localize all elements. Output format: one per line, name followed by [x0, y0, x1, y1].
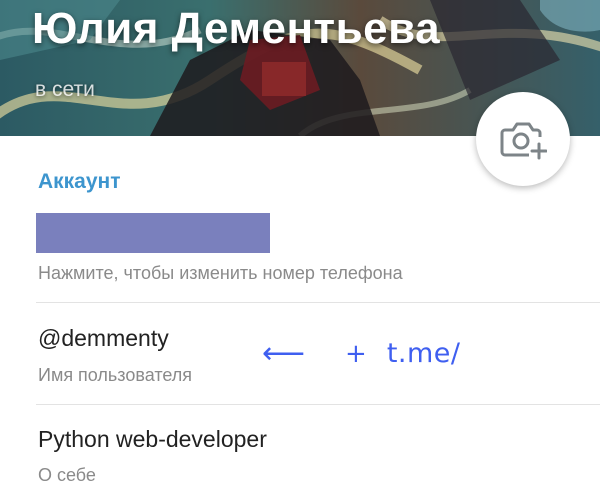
username-value: @demmenty [38, 325, 169, 351]
phone-number-redacted[interactable] [36, 213, 270, 253]
username-hint: Имя пользователя [38, 365, 193, 385]
bio-row[interactable] [0, 405, 600, 504]
profile-name: Юлия Дементьева [32, 4, 441, 53]
profile-screen: Юлия Дементьева в сети Аккаунт Нажмите, … [0, 0, 600, 504]
phone-hint: Нажмите, чтобы изменить номер телефона [38, 263, 403, 283]
set-photo-button[interactable] [476, 92, 570, 186]
bio-hint: О себе [38, 465, 96, 485]
bio-value: Python web-developer [38, 426, 267, 452]
annotation-link-text: t.me/ [386, 338, 461, 369]
arrow-left-icon: ⟵ [262, 335, 306, 371]
annotation: ⟵ + t.me/ [262, 338, 461, 369]
camera-add-icon [500, 122, 547, 160]
annotation-plus: + [345, 338, 367, 369]
online-status: в сети [35, 78, 95, 101]
account-section-title: Аккаунт [38, 170, 121, 193]
